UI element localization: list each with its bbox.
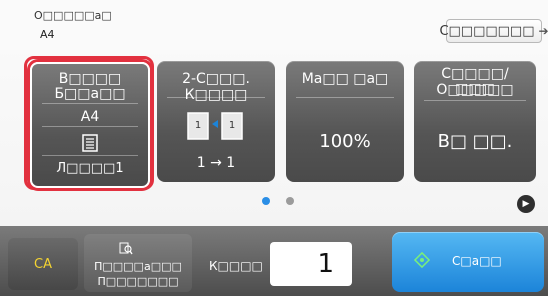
others-button-label: C□□□□□□□ — [439, 23, 535, 39]
output-tile-title-2: □□□ — [455, 81, 495, 97]
original-label: O□□□□□a□ — [34, 9, 112, 22]
zoom-tile[interactable]: Ма□□ □а□ 100% — [286, 61, 404, 182]
duplex-tile-title: 2-C□□□. К□□□□ — [182, 71, 250, 103]
page-indicator-active[interactable] — [262, 197, 270, 205]
original-size: A4 — [40, 28, 55, 41]
output-value: В□ □□. — [437, 131, 513, 152]
tile-divider — [42, 126, 138, 127]
copy-screen: O□□□□□a□ A4 C□□□□□□□ ➔ B□□□□ Б□□a□□ A4 Л… — [0, 0, 548, 296]
zoom-value: 100% — [319, 131, 371, 152]
original-tile-title-1: B□□□□ — [58, 71, 122, 87]
original-tile-title-2: Б□□a□□ — [54, 86, 126, 102]
tile-divider — [424, 100, 526, 101]
original-tile[interactable]: B□□□□ Б□□a□□ A4 Л□□□□1 — [30, 62, 150, 188]
svg-text:1: 1 — [229, 120, 235, 131]
copies-count-field[interactable]: 1 — [270, 242, 352, 286]
copies-label: К□□□□ — [209, 259, 263, 273]
duplex-tile[interactable]: 2-C□□□. К□□□□ 1 1 1 → 1 — [157, 61, 275, 182]
original-size-value: A4 — [80, 109, 100, 125]
zoom-tile-title: Ма□□ □а□ — [301, 71, 389, 87]
tile-divider — [296, 97, 394, 98]
tile-divider — [42, 103, 138, 104]
start-button[interactable]: С□а□□ — [392, 232, 544, 292]
next-page-icon[interactable]: ▶ — [517, 195, 535, 213]
start-icon — [413, 251, 431, 269]
output-tile[interactable]: С□□□□/О□□□□□ □□□ В□ □□. — [414, 61, 536, 182]
start-label: С□а□□ — [452, 254, 502, 268]
page-indicator-inactive[interactable] — [286, 197, 294, 205]
original-footer: Л□□□□1 — [56, 161, 124, 176]
duplex-mapping: 1 → 1 — [196, 155, 236, 171]
preview-button[interactable]: П□□□□а□□□ П□□□□□□□ — [84, 234, 192, 292]
preview-label-1: П□□□□а□□□ — [94, 260, 182, 273]
document-icon — [82, 134, 98, 152]
others-button[interactable]: C□□□□□□□ ➔ — [439, 19, 548, 43]
tile-divider — [167, 97, 265, 98]
arrow-right-icon: ➔ — [538, 24, 548, 38]
ca-button[interactable]: CA — [8, 238, 78, 290]
preview-icon — [119, 242, 133, 256]
tile-divider — [42, 155, 138, 156]
header: O□□□□□a□ A4 C□□□□□□□ ➔ — [0, 0, 548, 54]
svg-text:1: 1 — [195, 120, 201, 131]
preview-label-2: П□□□□□□□ — [97, 275, 179, 288]
duplex-copy-icon: 1 1 — [184, 110, 246, 142]
